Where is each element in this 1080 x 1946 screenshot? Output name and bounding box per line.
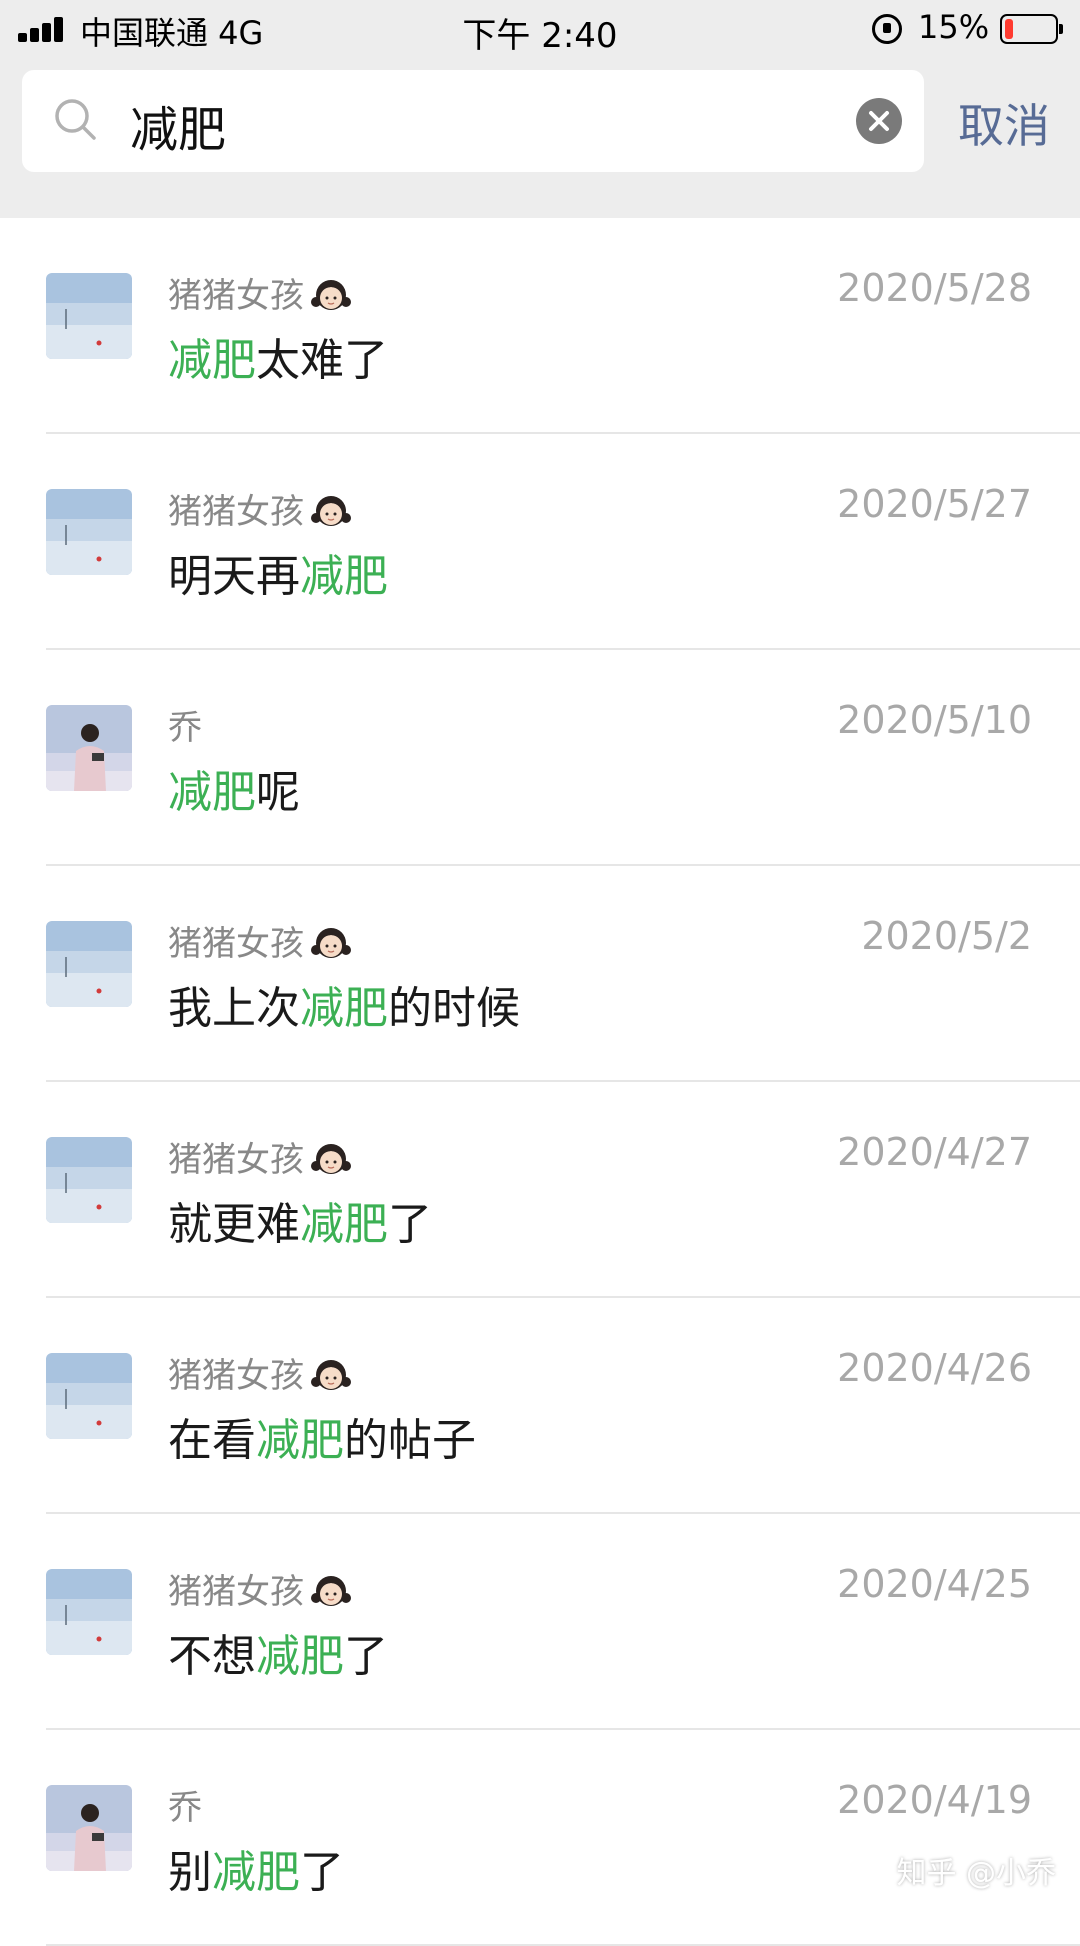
girl-emoji-icon [311, 279, 351, 310]
avatar [46, 273, 132, 359]
clear-icon [869, 111, 889, 131]
avatar [46, 1569, 132, 1655]
message-text: 的时候 [388, 983, 520, 1034]
message-text: 的帖子 [344, 1415, 476, 1466]
message-snippet: 别减肥了 [168, 1836, 344, 1900]
message-text: 在看 [168, 1415, 256, 1466]
message-text: 了 [344, 1631, 388, 1682]
keyword-highlight: 减肥 [300, 983, 388, 1034]
search-input[interactable]: 减肥 [130, 90, 226, 160]
contact-name-text: 猪猪女孩 [168, 924, 304, 964]
avatar [46, 705, 132, 791]
contact-name: 猪猪女孩 [168, 268, 352, 317]
contact-name: 乔 [168, 700, 202, 749]
message-text: 我上次 [168, 983, 300, 1034]
contact-name: 猪猪女孩 [168, 1348, 352, 1397]
girl-emoji-icon [311, 1575, 351, 1606]
message-date: 2020/4/25 [837, 1562, 1032, 1606]
girl-emoji-icon [311, 495, 351, 526]
contact-name-text: 猪猪女孩 [168, 492, 304, 532]
message-text: 明天再 [168, 551, 300, 602]
message-date: 2020/4/19 [837, 1778, 1032, 1822]
message-text: 别 [168, 1847, 212, 1898]
result-row[interactable]: 猪猪女孩 2020/4/25 不想减肥了 [0, 1514, 1080, 1730]
contact-name: 猪猪女孩 [168, 916, 352, 965]
contact-name: 猪猪女孩 [168, 1132, 352, 1181]
message-snippet: 明天再减肥 [168, 540, 388, 604]
girl-emoji-icon [311, 1143, 351, 1174]
search-icon [55, 99, 96, 140]
search-field[interactable]: 减肥 [22, 70, 924, 172]
message-text: 了 [300, 1847, 344, 1898]
message-text: 就更难 [168, 1199, 300, 1250]
message-text: 呢 [256, 767, 300, 818]
status-bar: 中国联通 4G 下午 2:40 15% [0, 0, 1080, 58]
result-row[interactable]: 猪猪女孩 2020/5/2 我上次减肥的时候 [0, 866, 1080, 1082]
rotation-lock-icon [872, 14, 902, 44]
message-date: 2020/4/27 [837, 1130, 1032, 1174]
result-row[interactable]: 乔 2020/5/10 减肥呢 [0, 650, 1080, 866]
contact-name-text: 猪猪女孩 [168, 1140, 304, 1180]
message-snippet: 不想减肥了 [168, 1620, 388, 1684]
result-row[interactable]: 猪猪女孩 2020/5/27 明天再减肥 [0, 434, 1080, 650]
message-snippet: 减肥太难了 [168, 324, 388, 388]
contact-name-text: 猪猪女孩 [168, 1356, 304, 1396]
result-row[interactable]: 乔 2020/4/19 别减肥了 [0, 1730, 1080, 1946]
keyword-highlight: 减肥 [300, 1199, 388, 1250]
girl-emoji-icon [311, 927, 351, 958]
result-row[interactable]: 猪猪女孩 2020/4/27 就更难减肥了 [0, 1082, 1080, 1298]
keyword-highlight: 减肥 [256, 1631, 344, 1682]
message-date: 2020/5/27 [837, 482, 1032, 526]
result-row[interactable]: 猪猪女孩 2020/4/26 在看减肥的帖子 [0, 1298, 1080, 1514]
message-date: 2020/5/28 [837, 266, 1032, 310]
contact-name-text: 猪猪女孩 [168, 276, 304, 316]
message-snippet: 减肥呢 [168, 756, 300, 820]
contact-name: 猪猪女孩 [168, 1564, 352, 1613]
contact-name-text: 猪猪女孩 [168, 1572, 304, 1612]
message-snippet: 在看减肥的帖子 [168, 1404, 476, 1468]
keyword-highlight: 减肥 [300, 551, 388, 602]
battery-percent: 15% [918, 8, 990, 46]
contact-name-text: 乔 [168, 708, 202, 748]
avatar [46, 1785, 132, 1871]
cancel-button[interactable]: 取消 [958, 90, 1050, 156]
avatar [46, 1137, 132, 1223]
contact-name: 猪猪女孩 [168, 484, 352, 533]
message-date: 2020/4/26 [837, 1346, 1032, 1390]
keyword-highlight: 减肥 [212, 1847, 300, 1898]
message-date: 2020/5/10 [837, 698, 1032, 742]
avatar [46, 489, 132, 575]
search-results-list: 猪猪女孩 2020/5/28 减肥太难了 猪猪女孩 2020/5/27 明天再减肥乔 202… [0, 218, 1080, 1946]
message-snippet: 我上次减肥的时候 [168, 972, 520, 1036]
avatar [46, 1353, 132, 1439]
message-text: 不想 [168, 1631, 256, 1682]
clear-button[interactable] [856, 98, 902, 144]
girl-emoji-icon [311, 1359, 351, 1390]
message-snippet: 就更难减肥了 [168, 1188, 432, 1252]
keyword-highlight: 减肥 [168, 767, 256, 818]
result-row[interactable]: 猪猪女孩 2020/5/28 减肥太难了 [0, 218, 1080, 434]
contact-name: 乔 [168, 1780, 202, 1829]
battery-level [1005, 19, 1013, 39]
watermark: 知乎 @小乔 [896, 1856, 1056, 1891]
keyword-highlight: 减肥 [168, 335, 256, 386]
contact-name-text: 乔 [168, 1788, 202, 1828]
keyword-highlight: 减肥 [256, 1415, 344, 1466]
message-text: 太难了 [256, 335, 388, 386]
battery-icon [1000, 14, 1063, 44]
message-text: 了 [388, 1199, 432, 1250]
message-date: 2020/5/2 [861, 914, 1032, 958]
avatar [46, 921, 132, 1007]
